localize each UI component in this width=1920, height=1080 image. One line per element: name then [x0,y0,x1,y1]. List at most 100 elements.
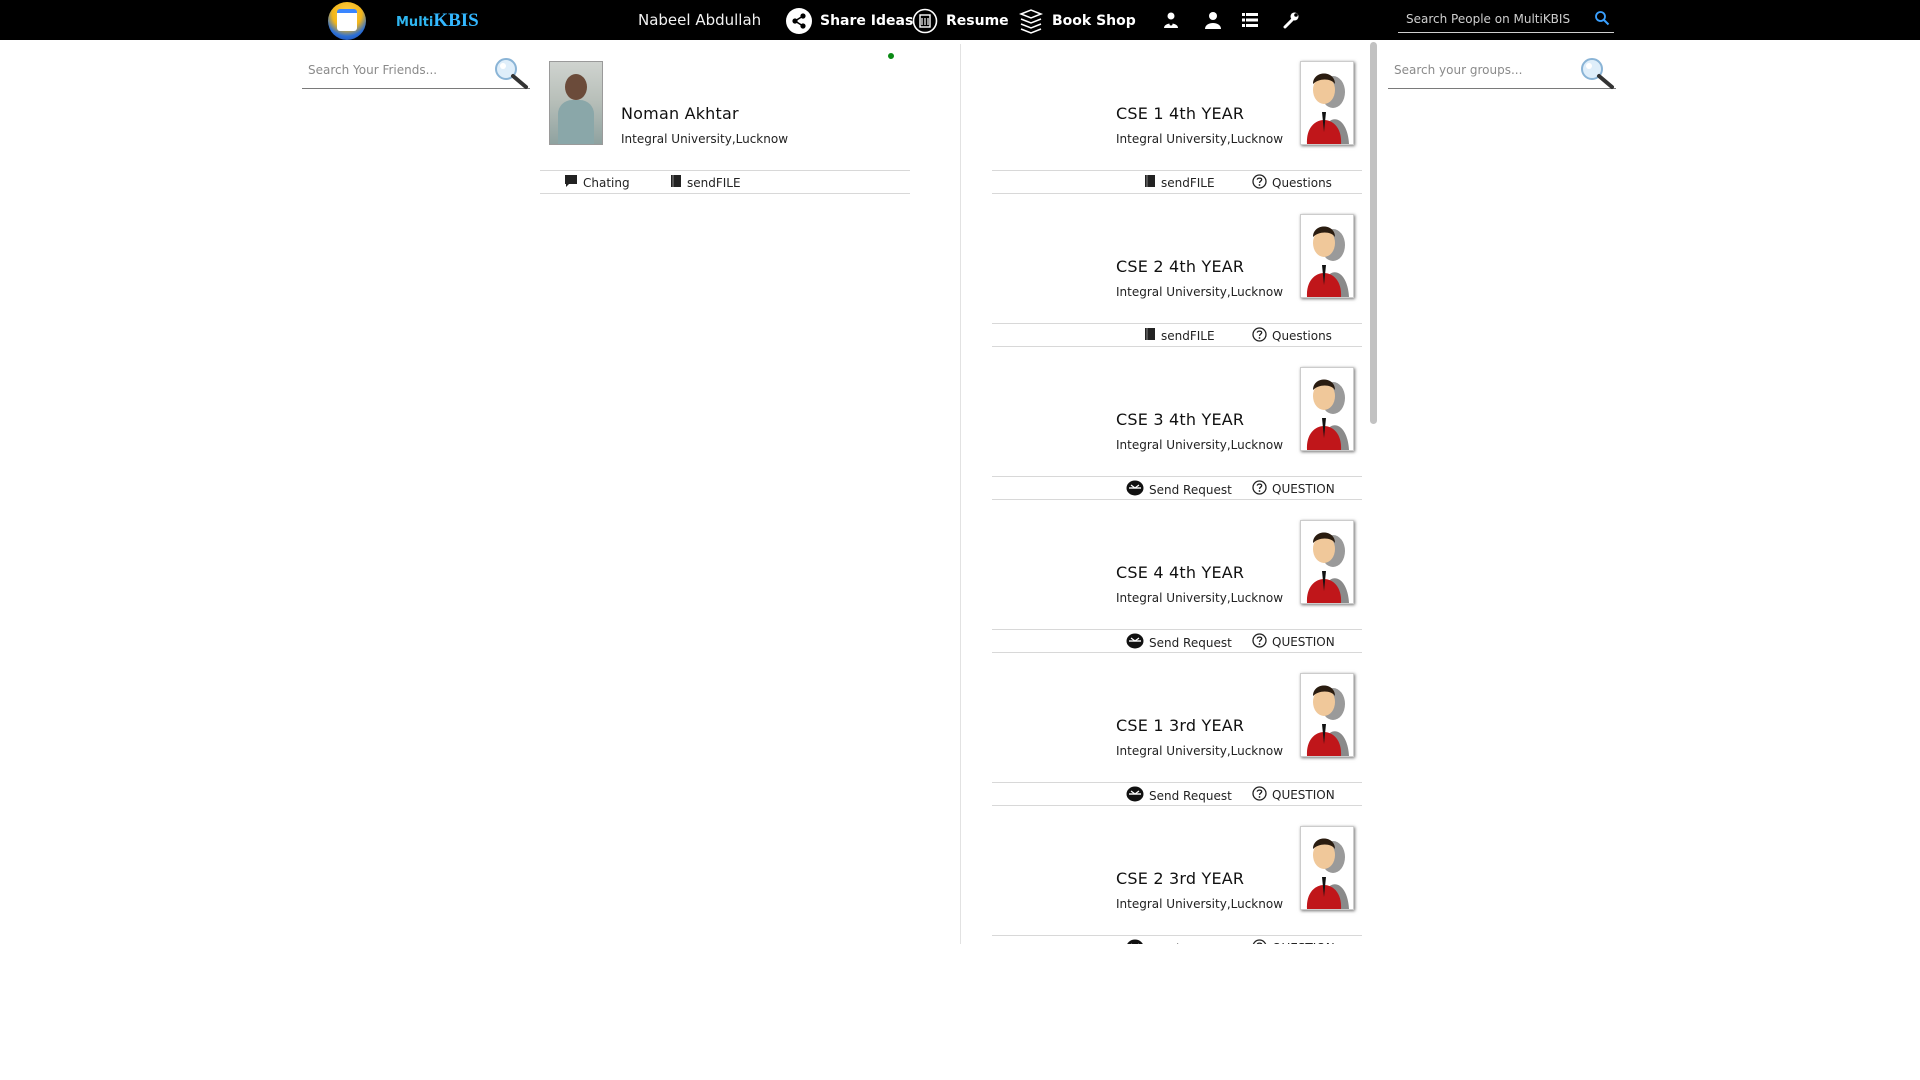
group-name[interactable]: CSE 1 3rd YEAR [1116,716,1244,735]
friend-actions: Chating sendFILE [540,170,910,194]
file-icon [670,174,682,191]
group-card[interactable]: CSE 3 4th YEAR Integral University,Luckno… [990,364,1362,517]
group-card[interactable]: CSE 4 4th YEAR Integral University,Luckno… [990,517,1362,670]
group-actions: Send Request QUESTION [992,782,1362,806]
group-avatar-icon[interactable] [1300,826,1354,910]
action-label: Questions [1272,329,1332,343]
friend-avatar[interactable] [549,61,603,145]
brand-logo[interactable]: MultiKBIS [396,10,479,32]
search-icon[interactable] [1594,10,1610,30]
nav-share-ideas-label: Share Ideas [820,13,914,29]
group-list[interactable]: CSE 1 4th YEAR Integral University,Luckno… [990,58,1362,944]
group-avatar-icon[interactable] [1300,367,1354,451]
action-label: Questions [1272,176,1332,190]
question-button[interactable]: QUESTION [1252,786,1335,804]
question-icon [1252,786,1267,804]
top-navigation-bar: MultiKBIS Nabeel Abdullah Share Ideas Re… [0,0,1920,40]
action-label: QUESTION [1272,941,1335,944]
group-card[interactable]: CSE 1 3rd YEAR Integral University,Luckno… [990,670,1362,823]
nav-resume[interactable]: Resume [912,6,1009,36]
action-label: sendFILE [1161,175,1215,190]
nav-share-ideas[interactable]: Share Ideas [786,6,913,36]
friends-search-input[interactable] [306,62,510,78]
magnifier-icon[interactable] [490,56,530,94]
question-icon [1252,939,1267,944]
action-label: Send Request [1149,482,1232,497]
question-icon [1252,480,1267,498]
group-card[interactable]: CSE 1 4th YEAR Integral University,Luckno… [990,58,1362,211]
chat-button[interactable]: Chating [564,174,630,191]
group-name[interactable]: CSE 4 4th YEAR [1116,563,1244,582]
action-label: Send Request [1149,942,1232,945]
group-avatar-icon[interactable] [1300,520,1354,604]
people-search-box [1398,4,1614,33]
share-icon [786,8,812,34]
questions-button[interactable]: Questions [1252,327,1332,345]
chat-icon [564,174,578,191]
brand-prefix: Multi [396,15,434,30]
app-logo-icon[interactable] [328,2,366,40]
send-request-icon [1126,633,1144,652]
send-request-icon [1126,939,1144,944]
action-label: Send Request [1149,635,1232,650]
group-university: Integral University,Lucknow [1116,744,1284,758]
groups-search-input[interactable] [1392,62,1596,78]
magnifier-icon[interactable] [1576,56,1616,94]
friends-search-box [302,52,530,89]
send-request-button[interactable]: Send Request [1126,633,1232,652]
question-button[interactable]: QUESTION [1252,633,1335,651]
nav-resume-label: Resume [946,13,1009,29]
group-avatar-icon[interactable] [1300,673,1354,757]
group-actions: Send Request QUESTION [992,476,1362,500]
group-card[interactable]: CSE 2 4th YEAR Integral University,Luckno… [990,211,1362,364]
send-file-button[interactable]: sendFILE [670,174,741,191]
group-university: Integral University,Lucknow [1116,897,1284,911]
group-list-scrollbar-thumb[interactable] [1370,42,1377,424]
send-file-button[interactable]: sendFILE [1144,327,1215,344]
group-avatar-icon[interactable] [1300,61,1354,145]
group-avatar-icon[interactable] [1300,214,1354,298]
file-icon [1144,327,1156,344]
people-search-input[interactable] [1404,8,1588,30]
current-user-name[interactable]: Nabeel Abdullah [638,11,761,29]
group-university: Integral University,Lucknow [1116,591,1284,605]
group-name[interactable]: CSE 2 4th YEAR [1116,257,1244,276]
resume-icon [912,8,938,34]
question-icon [1252,633,1267,651]
profile-icon[interactable] [1204,11,1222,33]
group-university: Integral University,Lucknow [1116,132,1284,146]
question-button[interactable]: QUESTION [1252,939,1335,944]
group-actions: Send Request QUESTION [992,629,1362,653]
user-group-icon[interactable] [1162,11,1180,33]
brand-main: KBIS [433,10,479,31]
send-file-button[interactable]: sendFILE [1144,174,1215,191]
action-label: QUESTION [1272,788,1335,802]
online-status-dot [888,53,894,59]
group-university: Integral University,Lucknow [1116,438,1284,452]
send-request-button[interactable]: Send Request [1126,939,1232,944]
nav-book-shop-label: Book Shop [1052,13,1136,29]
questions-button[interactable]: Questions [1252,174,1332,192]
group-name[interactable]: CSE 3 4th YEAR [1116,410,1244,429]
wrench-icon[interactable] [1282,11,1300,33]
action-label: QUESTION [1272,482,1335,496]
books-icon [1018,8,1044,34]
question-button[interactable]: QUESTION [1252,480,1335,498]
friend-card[interactable]: Noman Akhtar Integral University,Lucknow… [540,53,912,194]
group-name[interactable]: CSE 1 4th YEAR [1116,104,1244,123]
column-divider [960,44,961,944]
question-icon [1252,174,1267,192]
send-request-icon [1126,786,1144,805]
group-card[interactable]: CSE 2 3rd YEAR Integral University,Luckno… [990,823,1362,944]
group-actions: Send Request QUESTION [992,935,1362,944]
group-name[interactable]: CSE 2 3rd YEAR [1116,869,1244,888]
friend-name[interactable]: Noman Akhtar [621,104,739,123]
send-request-button[interactable]: Send Request [1126,786,1232,805]
nav-book-shop[interactable]: Book Shop [1018,6,1136,36]
send-file-label: sendFILE [687,175,741,190]
groups-search-box [1388,52,1616,89]
send-request-button[interactable]: Send Request [1126,480,1232,499]
question-icon [1252,327,1267,345]
send-request-icon [1126,480,1144,499]
list-icon[interactable] [1242,12,1258,32]
